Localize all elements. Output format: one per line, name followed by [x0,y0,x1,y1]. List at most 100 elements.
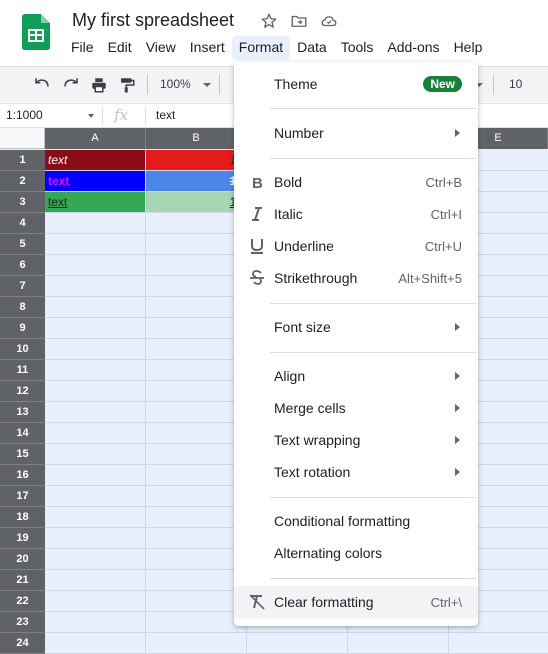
row-header[interactable]: 21 [0,570,45,591]
row-header[interactable]: 16 [0,465,45,486]
name-box-caret-icon[interactable] [88,114,94,118]
menu-item-alternating-colors[interactable]: Alternating colors [234,537,478,569]
row-header[interactable]: 11 [0,360,45,381]
shortcut-text: Ctrl+I [430,207,462,222]
row-header[interactable]: 1 [0,150,45,171]
menu-tools[interactable]: Tools [334,36,381,60]
new-badge: New [423,76,462,92]
row-header[interactable]: 18 [0,507,45,528]
submenu-arrow-icon [455,323,460,331]
menu-format[interactable]: Format [231,36,291,60]
row-header[interactable]: 7 [0,276,45,297]
row-header[interactable]: 4 [0,213,45,234]
menu-item-label: Text rotation [274,464,351,480]
document-title[interactable]: My first spreadsheet [72,10,234,31]
menu-item-italic[interactable]: Italic Ctrl+I [234,198,478,230]
cell-a3[interactable]: text [45,192,145,212]
menu-data[interactable]: Data [290,36,334,60]
menu-item-strikethrough[interactable]: Strikethrough Alt+Shift+5 [234,262,478,294]
cell-b3[interactable]: 12 [146,192,246,212]
menu-item-text-rotation[interactable]: Text rotation [234,456,478,488]
submenu-arrow-icon [455,404,460,412]
cell-b2[interactable]: 12 [146,171,246,191]
row-header[interactable]: 8 [0,297,45,318]
row-header[interactable]: 17 [0,486,45,507]
font-size-input[interactable]: 10 [509,77,522,91]
row-header[interactable]: 20 [0,549,45,570]
menu-item-bold[interactable]: B Bold Ctrl+B [234,166,478,198]
row-header[interactable]: 9 [0,318,45,339]
formula-input[interactable]: text [156,108,175,122]
row-header[interactable]: 14 [0,423,45,444]
cloud-saved-icon[interactable] [320,12,338,30]
column-header-b[interactable]: B [146,128,247,149]
menu-file[interactable]: File [64,36,101,60]
name-box[interactable]: 1:1000 [6,108,43,122]
shortcut-text: Ctrl+U [424,239,462,254]
column-header-a[interactable]: A [45,128,146,149]
bold-icon: B [252,175,263,191]
row-header[interactable]: 24 [0,633,45,654]
menu-item-label: Strikethrough [274,270,358,286]
row-header[interactable]: 23 [0,612,45,633]
menu-edit[interactable]: Edit [101,36,139,60]
cell-a2[interactable]: text [45,171,145,191]
menu-item-theme[interactable]: Theme New [234,68,478,100]
menu-add-ons[interactable]: Add-ons [380,36,446,60]
shortcut-text: Ctrl+\ [430,595,462,610]
move-folder-icon[interactable] [290,12,308,30]
menu-item-clear-formatting[interactable]: Clear formatting Ctrl+\ [234,586,478,618]
menu-separator [270,303,476,304]
menu-item-label: Underline [274,238,334,254]
row-header[interactable]: 3 [0,192,45,213]
cell-b1[interactable]: 12 [146,150,246,170]
menu-item-label: Text wrapping [274,432,361,448]
row-header[interactable]: 5 [0,234,45,255]
sheets-app: My first spreadsheet File Edit View Inse… [0,0,548,654]
menu-view[interactable]: View [139,36,183,60]
redo-icon[interactable] [62,76,80,94]
menu-separator [270,352,476,353]
select-all-corner[interactable] [0,128,45,149]
row-header[interactable]: 22 [0,591,45,612]
print-icon[interactable] [90,76,108,94]
menu-item-label: Bold [274,174,303,190]
menu-item-label: Italic [274,206,303,222]
zoom-select[interactable]: 100% [160,77,191,91]
paint-format-icon[interactable] [118,76,136,94]
zoom-caret-icon[interactable] [203,83,211,87]
menu-separator [270,497,476,498]
row-header[interactable]: 13 [0,402,45,423]
menu-insert[interactable]: Insert [183,36,232,60]
menu-item-font-size[interactable]: Font size [234,311,478,343]
cell-a1[interactable]: text [45,150,145,170]
submenu-arrow-icon [455,436,460,444]
menu-item-text-wrapping[interactable]: Text wrapping [234,424,478,456]
menu-item-merge-cells[interactable]: Merge cells [234,392,478,424]
menubar: File Edit View Insert Format Data Tools … [64,36,489,60]
fx-icon: fx [114,106,129,124]
gridline [45,632,548,633]
row-header[interactable]: 12 [0,381,45,402]
menu-item-label: Font size [274,319,331,335]
menu-item-label: Align [274,368,306,384]
menu-separator [270,108,476,109]
menu-item-align[interactable]: Align [234,360,478,392]
menu-item-underline[interactable]: Underline Ctrl+U [234,230,478,262]
row-header[interactable]: 2 [0,171,45,192]
row-header[interactable]: 10 [0,339,45,360]
formula-separator [102,107,103,125]
menu-item-conditional-formatting[interactable]: Conditional formatting [234,505,478,537]
undo-icon[interactable] [33,76,51,94]
submenu-arrow-icon [455,129,460,137]
sheets-logo-icon[interactable] [22,14,50,50]
svg-text:B: B [252,175,263,191]
menu-help[interactable]: Help [447,36,490,60]
menu-item-label: Clear formatting [274,594,374,610]
row-header[interactable]: 15 [0,444,45,465]
row-header[interactable]: 19 [0,528,45,549]
submenu-arrow-icon [455,372,460,380]
star-icon[interactable] [260,12,278,30]
menu-item-number[interactable]: Number [234,117,478,149]
row-header[interactable]: 6 [0,255,45,276]
